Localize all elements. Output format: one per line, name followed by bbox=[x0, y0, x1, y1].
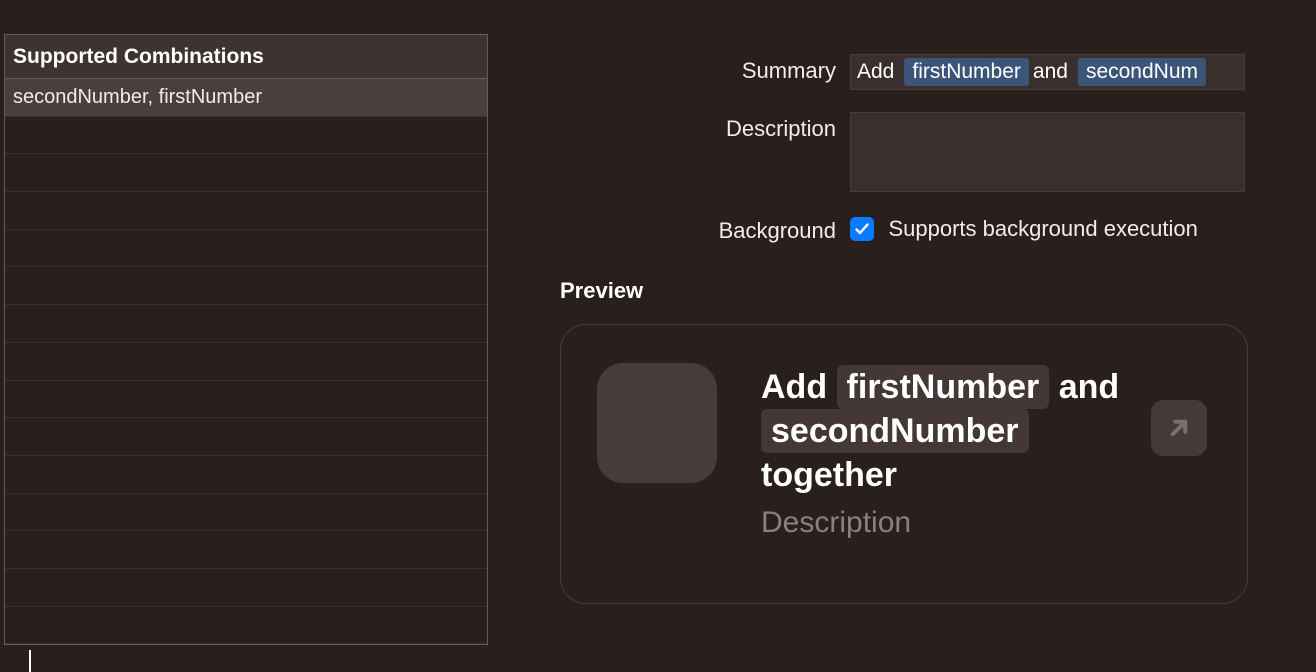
app-icon-placeholder bbox=[597, 363, 717, 483]
check-icon bbox=[854, 221, 870, 237]
background-checkbox[interactable] bbox=[850, 217, 874, 241]
table-row[interactable] bbox=[5, 381, 487, 419]
summary-text-prefix: Add bbox=[857, 60, 894, 84]
table-row[interactable]: secondNumber, firstNumber bbox=[5, 79, 487, 117]
table-row[interactable] bbox=[5, 343, 487, 381]
background-checkbox-label: Supports background execution bbox=[888, 216, 1197, 241]
preview-token-second: secondNumber bbox=[761, 409, 1029, 453]
preview-token-first: firstNumber bbox=[837, 365, 1050, 409]
arrow-up-right-icon bbox=[1164, 413, 1194, 443]
combinations-header: Supported Combinations bbox=[5, 35, 487, 79]
preview-action-button[interactable] bbox=[1151, 400, 1207, 456]
summary-token-first[interactable]: firstNumber bbox=[904, 58, 1029, 86]
summary-label: Summary bbox=[560, 54, 850, 84]
background-label: Background bbox=[560, 214, 850, 244]
preview-card: Add firstNumber and secondNumber togethe… bbox=[560, 324, 1248, 604]
table-row[interactable] bbox=[5, 117, 487, 155]
table-row[interactable] bbox=[5, 418, 487, 456]
combinations-table[interactable]: Supported Combinations secondNumber, fir… bbox=[4, 34, 488, 645]
summary-field[interactable]: Add firstNumber and secondNum bbox=[850, 54, 1245, 90]
table-row[interactable] bbox=[5, 230, 487, 268]
preview-title: Add firstNumber and secondNumber togethe… bbox=[761, 365, 1151, 498]
text-caret bbox=[29, 650, 31, 672]
table-row[interactable] bbox=[5, 192, 487, 230]
table-row[interactable] bbox=[5, 494, 487, 532]
description-field[interactable] bbox=[850, 112, 1245, 192]
table-row[interactable] bbox=[5, 456, 487, 494]
table-row[interactable] bbox=[5, 267, 487, 305]
description-label: Description bbox=[560, 112, 850, 142]
table-row[interactable] bbox=[5, 569, 487, 607]
table-row[interactable] bbox=[5, 305, 487, 343]
preview-description: Description bbox=[761, 506, 1151, 540]
table-row[interactable] bbox=[5, 607, 487, 645]
table-row[interactable] bbox=[5, 154, 487, 192]
preview-heading: Preview bbox=[560, 278, 1300, 304]
summary-token-second[interactable]: secondNum bbox=[1078, 58, 1206, 86]
table-row[interactable] bbox=[5, 531, 487, 569]
summary-text-mid: and bbox=[1033, 60, 1068, 84]
